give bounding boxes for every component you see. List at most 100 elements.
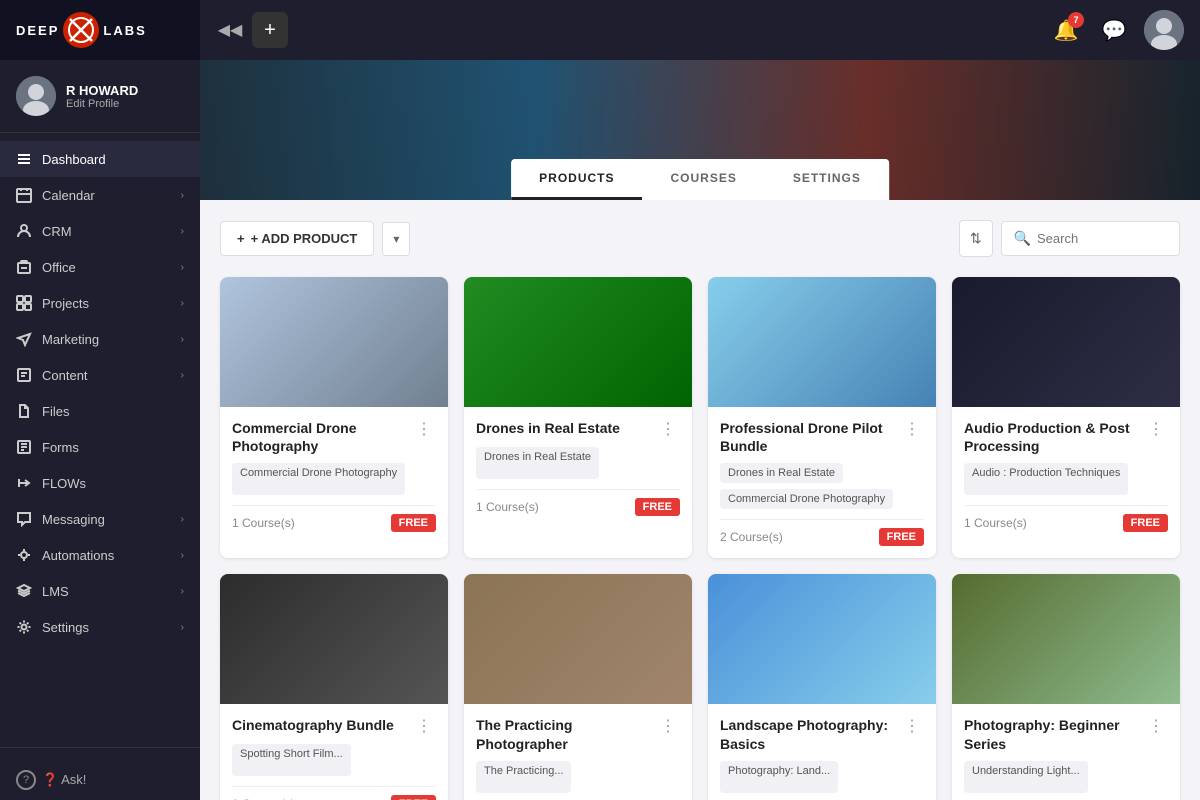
pricing-badge: FREE (391, 795, 436, 800)
chat-icon: 💬 (1102, 18, 1127, 43)
toolbar: + + ADD PRODUCT ▾ ⇅ 🔍 (220, 220, 1180, 257)
sidebar-item-label: Office (42, 260, 76, 275)
files-icon (16, 403, 32, 419)
tab-products[interactable]: PRODUCTS (511, 159, 642, 200)
topbar: ◀◀ + 🔔 7 💬 (200, 0, 1200, 60)
sidebar-item-office[interactable]: Office › (0, 249, 200, 285)
product-thumbnail (708, 574, 936, 704)
brand-prefix: DEEP (16, 23, 59, 38)
chevron-right-icon: › (181, 514, 184, 525)
chevron-right-icon: › (181, 622, 184, 633)
collapse-sidebar-button[interactable]: ◀◀ (216, 16, 244, 44)
chevron-right-icon: › (181, 550, 184, 561)
sidebar-item-automations[interactable]: Automations › (0, 537, 200, 573)
product-body: Professional Drone Pilot Bundle ⋮ Drones… (708, 407, 936, 558)
course-tag: Understanding Light... (964, 761, 1088, 793)
course-tags: Photography: Land... (720, 761, 924, 793)
add-product-button[interactable]: + + ADD PRODUCT (220, 221, 374, 256)
sidebar-item-forms[interactable]: Forms (0, 429, 200, 465)
user-section: R HOWARD Edit Profile (0, 60, 200, 133)
sidebar-item-lms[interactable]: LMS › (0, 573, 200, 609)
sort-button[interactable]: ⇅ (959, 220, 993, 257)
user-info: R HOWARD Edit Profile (66, 83, 138, 110)
sidebar-item-label: Settings (42, 620, 89, 635)
course-tag: Photography: Land... (720, 761, 838, 793)
sidebar-item-label: Files (42, 404, 69, 419)
product-menu-button[interactable]: ⋮ (412, 716, 436, 736)
search-icon: 🔍 (1014, 230, 1031, 247)
sidebar-item-crm[interactable]: CRM › (0, 213, 200, 249)
course-tag: Drones in Real Estate (720, 463, 843, 483)
product-title: Drones in Real Estate (476, 419, 656, 437)
sidebar-item-settings[interactable]: Settings › (0, 609, 200, 645)
user-avatar[interactable] (1144, 10, 1184, 50)
product-title: Photography: Beginner Series (964, 716, 1144, 752)
sidebar-item-dashboard[interactable]: Dashboard (0, 141, 200, 177)
product-body: The Practicing Photographer ⋮ The Practi… (464, 704, 692, 800)
chevron-right-icon: › (181, 334, 184, 345)
sidebar-item-flows[interactable]: FLOWs (0, 465, 200, 501)
product-menu-button[interactable]: ⋮ (412, 419, 436, 439)
content-icon (16, 367, 32, 383)
course-tag: Spotting Short Film... (232, 744, 351, 776)
notification-badge: 7 (1068, 12, 1084, 28)
question-mark-icon: ? (16, 770, 36, 790)
sidebar-item-label: Marketing (42, 332, 99, 347)
sidebar-item-files[interactable]: Files (0, 393, 200, 429)
sidebar-item-calendar[interactable]: Calendar › (0, 177, 200, 213)
product-menu-button[interactable]: ⋮ (900, 419, 924, 439)
chevron-right-icon: › (181, 226, 184, 237)
chevron-right-icon: › (181, 262, 184, 273)
products-area: + + ADD PRODUCT ▾ ⇅ 🔍 Commercial Drone P… (200, 200, 1200, 800)
course-tags: Drones in Real EstateCommercial Drone Ph… (720, 463, 924, 509)
product-body: Audio Production & Post Processing ⋮ Aud… (952, 407, 1180, 544)
product-thumbnail (220, 574, 448, 704)
office-icon (16, 259, 32, 275)
settings-icon (16, 619, 32, 635)
product-menu-button[interactable]: ⋮ (656, 716, 680, 736)
ask-label: ❓ Ask! (42, 772, 86, 788)
topbar-actions: 🔔 7 💬 (1048, 10, 1184, 50)
course-tag: Audio : Production Techniques (964, 463, 1128, 495)
tab-settings[interactable]: SETTINGS (765, 159, 889, 200)
product-menu-button[interactable]: ⋮ (656, 419, 680, 439)
edit-profile-link[interactable]: Edit Profile (66, 98, 138, 110)
product-title: Cinematography Bundle (232, 716, 412, 734)
product-body: Landscape Photography: Basics ⋮ Photogra… (708, 704, 936, 800)
product-footer: 1 Course(s) FREE (964, 505, 1168, 532)
notification-button[interactable]: 🔔 7 (1048, 12, 1084, 48)
search-input[interactable] (1037, 231, 1167, 246)
sidebar-item-marketing[interactable]: Marketing › (0, 321, 200, 357)
message-button[interactable]: 💬 (1096, 12, 1132, 48)
pricing-badge: FREE (1123, 514, 1168, 532)
sidebar-item-content[interactable]: Content › (0, 357, 200, 393)
product-thumbnail (464, 277, 692, 407)
flows-icon (16, 475, 32, 491)
sidebar: DEEP LABS R HOWARD Edit Profile (0, 0, 200, 800)
forms-icon (16, 439, 32, 455)
messaging-icon (16, 511, 32, 527)
course-tags: Drones in Real Estate (476, 447, 680, 479)
course-tags: The Practicing... (476, 761, 680, 793)
user-icon (16, 223, 32, 239)
product-menu-button[interactable]: ⋮ (1144, 419, 1168, 439)
course-tags: Audio : Production Techniques (964, 463, 1168, 495)
sidebar-item-messaging[interactable]: Messaging › (0, 501, 200, 537)
add-product-label: + ADD PRODUCT (251, 231, 358, 246)
product-menu-button[interactable]: ⋮ (1144, 716, 1168, 736)
product-thumbnail (952, 574, 1180, 704)
tab-courses[interactable]: COURSES (642, 159, 764, 200)
product-menu-button[interactable]: ⋮ (900, 716, 924, 736)
product-title: Commercial Drone Photography (232, 419, 412, 455)
sidebar-item-projects[interactable]: Projects › (0, 285, 200, 321)
filter-dropdown-button[interactable]: ▾ (382, 222, 410, 256)
product-grid: Commercial Drone Photography ⋮ Commercia… (220, 277, 1180, 800)
ask-button[interactable]: ? ❓ Ask! (0, 760, 200, 800)
chevron-right-icon: › (181, 298, 184, 309)
add-new-button[interactable]: + (252, 12, 288, 48)
product-card: Landscape Photography: Basics ⋮ Photogra… (708, 574, 936, 800)
product-thumbnail (708, 277, 936, 407)
product-card: Professional Drone Pilot Bundle ⋮ Drones… (708, 277, 936, 558)
product-title: Audio Production & Post Processing (964, 419, 1144, 455)
sidebar-bottom: My Pages › ? ❓ Ask! (0, 747, 200, 800)
